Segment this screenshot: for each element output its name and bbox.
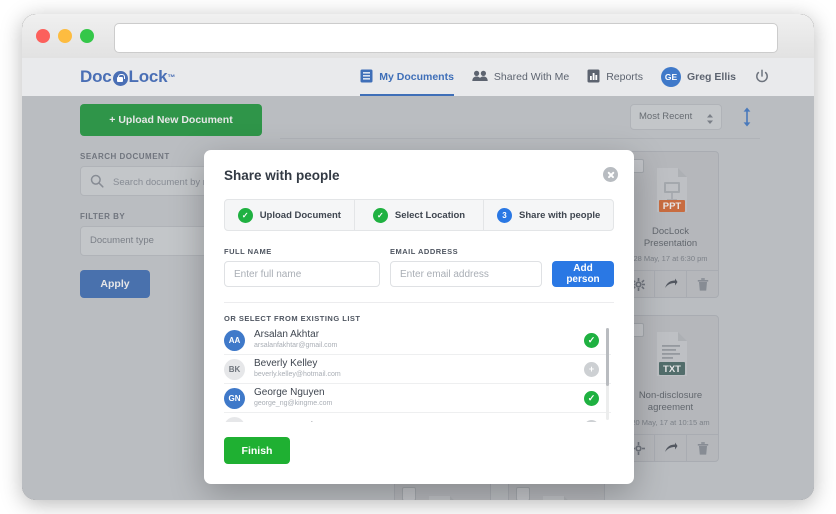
minimize-window-button[interactable] bbox=[58, 29, 72, 43]
browser-window: Doc Lock ™ My Documents Shared With Me R… bbox=[22, 14, 814, 500]
person-status[interactable]: + bbox=[584, 361, 599, 377]
full-name-field-group: FULL NAME bbox=[224, 247, 380, 287]
nav-label-my-documents: My Documents bbox=[379, 71, 454, 83]
document-icon bbox=[360, 69, 373, 86]
share-with-people-modal: Share with people ✓ Upload Document ✓ Se… bbox=[204, 150, 634, 484]
avatar: GN bbox=[224, 387, 245, 409]
modal-title: Share with people bbox=[224, 168, 340, 183]
person-status[interactable]: + bbox=[584, 419, 599, 422]
person-email: george_ng@kingme.com bbox=[254, 400, 333, 407]
app-content: + Upload New Document SEARCH DOCUMENT FI… bbox=[22, 96, 814, 500]
full-name-label: FULL NAME bbox=[224, 247, 272, 256]
add-person-form: FULL NAME EMAIL ADDRESS Add person bbox=[224, 247, 614, 287]
check-icon: ✓ bbox=[584, 390, 599, 406]
avatar: BK bbox=[224, 358, 245, 380]
full-name-input[interactable] bbox=[224, 261, 380, 287]
step-label-upload-document: Upload Document bbox=[259, 209, 341, 221]
person-name: Eugene Austin bbox=[254, 421, 584, 422]
plus-icon: + bbox=[584, 419, 599, 422]
avatar: GE bbox=[660, 67, 681, 87]
finish-button[interactable]: Finish bbox=[224, 437, 290, 464]
divider bbox=[224, 302, 614, 303]
person-name: Beverly Kelley bbox=[254, 358, 318, 369]
people-list: AA Arsalan Akhtar arsalanfakhtar@gmail.c… bbox=[224, 326, 614, 422]
avatar: EA bbox=[224, 416, 245, 422]
user-name: Greg Ellis bbox=[686, 71, 736, 83]
existing-list-label: OR SELECT FROM EXISTING LIST bbox=[224, 314, 361, 323]
step-number-badge: 3 bbox=[497, 207, 513, 223]
nav-item-my-documents[interactable]: My Documents bbox=[360, 58, 454, 96]
nav-item-reports[interactable]: Reports bbox=[587, 58, 643, 96]
avatar: AA bbox=[224, 329, 245, 351]
logo-text-doc: Doc bbox=[80, 67, 112, 86]
trademark-symbol: ™ bbox=[167, 72, 176, 82]
step-share-with-people[interactable]: 3 Share with people bbox=[483, 200, 613, 230]
person-info: George Nguyen george_ng@kingme.com bbox=[254, 387, 584, 409]
step-upload-document[interactable]: ✓ Upload Document bbox=[225, 200, 354, 230]
url-bar[interactable] bbox=[114, 23, 778, 53]
check-icon: ✓ bbox=[372, 207, 388, 223]
person-info: Arsalan Akhtar arsalanfakhtar@gmail.com bbox=[254, 329, 584, 351]
list-item[interactable]: EA Eugene Austin + bbox=[224, 413, 611, 422]
person-email: arsalanfakhtar@gmail.com bbox=[254, 342, 338, 349]
list-item[interactable]: GN George Nguyen george_ng@kingme.com ✓ bbox=[224, 384, 611, 413]
list-item[interactable]: AA Arsalan Akhtar arsalanfakhtar@gmail.c… bbox=[224, 326, 611, 355]
people-icon bbox=[472, 70, 488, 85]
main-navigation: My Documents Shared With Me Reports GE G… bbox=[360, 58, 770, 96]
doclock-logo[interactable]: Doc Lock ™ bbox=[80, 67, 175, 87]
power-icon[interactable] bbox=[754, 69, 770, 85]
person-info: Beverly Kelley beverly.kelley@hotmail.co… bbox=[254, 358, 584, 380]
check-icon: ✓ bbox=[237, 207, 253, 223]
logo-text-lock: Lock bbox=[128, 67, 168, 86]
person-name: Arsalan Akhtar bbox=[254, 329, 320, 340]
list-item[interactable]: BK Beverly Kelley beverly.kelley@hotmail… bbox=[224, 355, 611, 384]
user-menu[interactable]: GE Greg Ellis bbox=[660, 67, 736, 87]
window-controls bbox=[36, 29, 94, 43]
nav-label-shared-with-me: Shared With Me bbox=[493, 71, 570, 83]
app-header: Doc Lock ™ My Documents Shared With Me R… bbox=[22, 58, 814, 97]
app-viewport: Doc Lock ™ My Documents Shared With Me R… bbox=[22, 58, 814, 500]
bar-chart-icon bbox=[587, 69, 600, 86]
person-info: Eugene Austin bbox=[254, 421, 584, 422]
step-indicator: ✓ Upload Document ✓ Select Location 3 Sh… bbox=[224, 199, 614, 231]
email-address-field-group: EMAIL ADDRESS bbox=[390, 247, 542, 287]
add-person-button[interactable]: Add person bbox=[552, 261, 614, 287]
person-name: George Nguyen bbox=[254, 387, 325, 398]
step-label-select-location: Select Location bbox=[394, 209, 466, 221]
person-status[interactable]: ✓ bbox=[584, 332, 599, 348]
nav-item-shared-with-me[interactable]: Shared With Me bbox=[472, 58, 569, 96]
step-label-share-with-people: Share with people bbox=[519, 209, 601, 221]
plus-icon: + bbox=[584, 361, 599, 377]
check-icon: ✓ bbox=[584, 332, 599, 348]
people-list-scrollbar-thumb[interactable] bbox=[606, 328, 609, 386]
person-status[interactable]: ✓ bbox=[584, 390, 599, 406]
browser-titlebar bbox=[22, 14, 814, 59]
nav-label-reports: Reports bbox=[606, 71, 643, 83]
lock-icon bbox=[112, 70, 128, 86]
maximize-window-button[interactable] bbox=[80, 29, 94, 43]
close-icon[interactable] bbox=[603, 167, 618, 182]
email-address-label: EMAIL ADDRESS bbox=[390, 247, 459, 256]
email-address-input[interactable] bbox=[390, 261, 542, 287]
step-select-location[interactable]: ✓ Select Location bbox=[353, 200, 484, 230]
close-window-button[interactable] bbox=[36, 29, 50, 43]
person-email: beverly.kelley@hotmail.com bbox=[254, 371, 341, 378]
screen: Doc Lock ™ My Documents Shared With Me R… bbox=[0, 0, 836, 514]
